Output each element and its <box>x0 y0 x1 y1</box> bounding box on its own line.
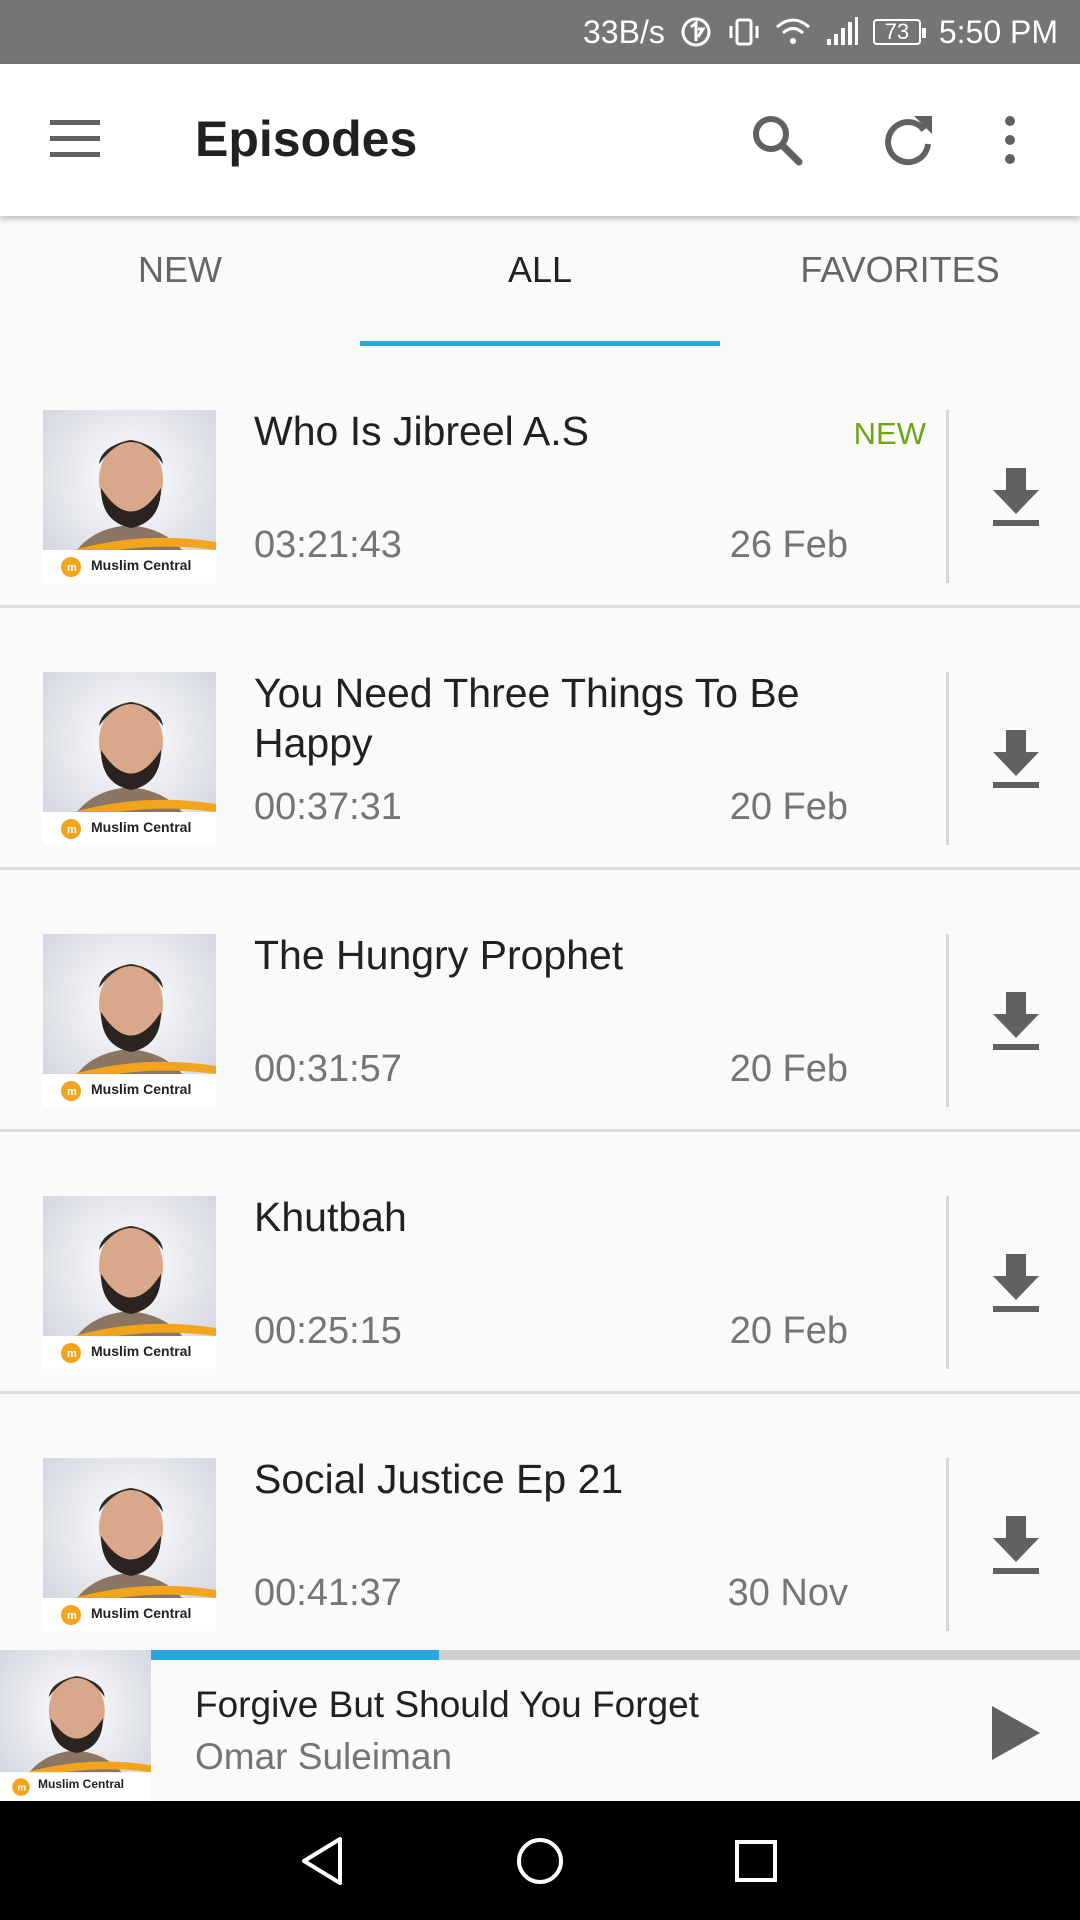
refresh-icon[interactable] <box>876 108 940 172</box>
new-badge: NEW <box>853 416 926 451</box>
status-bar: 33B/s 73 5:50 PM <box>0 0 1080 64</box>
episode-row[interactable]: m Muslim Central Social Justice Ep 21 00… <box>0 1394 1080 1656</box>
episode-duration: 03:21:43 <box>254 524 402 566</box>
tab-bar: NEW ALL FAVORITES <box>0 216 1080 346</box>
episode-title: Social Justice Ep 21 <box>254 1456 624 1502</box>
episode-thumbnail: m Muslim Central <box>43 672 216 845</box>
svg-text:m: m <box>67 1610 77 1622</box>
download-icon[interactable] <box>985 1510 1047 1580</box>
clock: 5:50 PM <box>938 13 1058 50</box>
svg-text:m: m <box>17 1783 26 1794</box>
divider <box>946 1196 949 1369</box>
download-icon[interactable] <box>985 724 1047 794</box>
player-artist: Omar Suleiman <box>195 1736 453 1777</box>
episode-row[interactable]: m Muslim Central Khutbah 00:25:15 20 Feb <box>0 1132 1080 1394</box>
download-icon[interactable] <box>985 462 1047 532</box>
divider <box>946 1458 949 1631</box>
play-icon[interactable] <box>988 1702 1044 1764</box>
episode-thumbnail: m Muslim Central <box>43 934 216 1107</box>
episode-thumbnail: m Muslim Central <box>43 1196 216 1369</box>
episode-row[interactable]: m Muslim Central Who Is Jibreel A.S NEW … <box>0 346 1080 608</box>
episode-title: You Need Three Things To Be Happy <box>254 670 800 766</box>
thumbnail-brand: Muslim Central <box>91 1081 192 1097</box>
page-title: Episodes <box>195 111 418 167</box>
battery-icon: 73 <box>872 19 926 45</box>
tab-favorites[interactable]: FAVORITES <box>720 216 1080 346</box>
thumbnail-brand: Muslim Central <box>91 557 192 573</box>
divider <box>946 934 949 1107</box>
episode-date: 30 Nov <box>727 1572 848 1614</box>
svg-text:m: m <box>67 1348 77 1360</box>
wifi-icon <box>775 17 811 47</box>
episode-title: The Hungry Prophet <box>254 932 624 978</box>
mini-player[interactable]: m Muslim Central Forgive But Should You … <box>0 1650 1080 1801</box>
search-icon[interactable] <box>745 108 809 172</box>
playback-progress-fill <box>151 1650 439 1660</box>
thumbnail-brand: Muslim Central <box>91 1343 192 1359</box>
episode-row[interactable]: m Muslim Central The Hungry Prophet 00:3… <box>0 870 1080 1132</box>
app-bar: Episodes <box>0 64 1080 216</box>
episode-date: 20 Feb <box>729 1310 848 1352</box>
thumbnail-brand: Muslim Central <box>91 1605 192 1621</box>
player-thumbnail: m Muslim Central <box>0 1650 151 1801</box>
svg-text:m: m <box>67 824 77 836</box>
battery-level: 73 <box>872 19 926 45</box>
episode-list: m Muslim Central Who Is Jibreel A.S NEW … <box>0 346 1080 1656</box>
home-icon[interactable] <box>510 1831 570 1891</box>
episode-duration: 00:25:15 <box>254 1310 402 1352</box>
net-speed: 33B/s <box>583 13 665 50</box>
back-icon[interactable] <box>294 1831 354 1891</box>
thumbnail-brand: Muslim Central <box>38 1777 125 1791</box>
tab-new[interactable]: NEW <box>0 216 360 346</box>
menu-icon[interactable] <box>48 114 102 164</box>
svg-text:m: m <box>67 562 77 574</box>
svg-text:m: m <box>67 1086 77 1098</box>
system-nav-bar <box>0 1801 1080 1920</box>
vibrate-icon <box>727 15 761 49</box>
tab-all[interactable]: ALL <box>360 216 720 346</box>
divider <box>946 410 949 583</box>
playback-progress[interactable] <box>151 1650 1080 1660</box>
recents-icon[interactable] <box>726 1831 786 1891</box>
episode-duration: 00:41:37 <box>254 1572 402 1614</box>
episode-date: 26 Feb <box>729 524 848 566</box>
data-saver-icon <box>679 15 713 49</box>
more-vert-icon[interactable] <box>990 108 1030 172</box>
thumbnail-brand: Muslim Central <box>91 819 192 835</box>
episode-date: 20 Feb <box>729 786 848 828</box>
episode-duration: 00:31:57 <box>254 1048 402 1090</box>
episode-duration: 00:37:31 <box>254 786 402 828</box>
episode-thumbnail: m Muslim Central <box>43 1458 216 1631</box>
episode-row[interactable]: m Muslim Central You Need Three Things T… <box>0 608 1080 870</box>
episode-date: 20 Feb <box>729 1048 848 1090</box>
episode-title: Khutbah <box>254 1194 407 1240</box>
download-icon[interactable] <box>985 1248 1047 1318</box>
signal-icon <box>825 17 859 47</box>
divider <box>946 672 949 845</box>
episode-title: Who Is Jibreel A.S <box>254 408 589 454</box>
episode-thumbnail: m Muslim Central <box>43 410 216 583</box>
player-title: Forgive But Should You Forget <box>195 1684 699 1725</box>
download-icon[interactable] <box>985 986 1047 1056</box>
